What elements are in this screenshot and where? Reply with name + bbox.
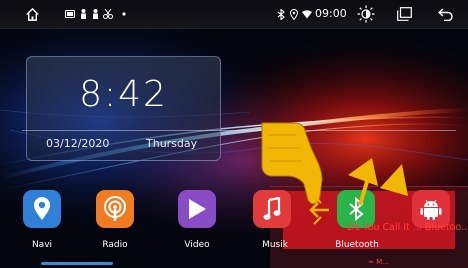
- app-label-bluetooth: Bluetooth: [335, 240, 379, 250]
- status-bar: 09:00: [0, 0, 468, 29]
- person-icon: [78, 0, 88, 28]
- clock-time: 8:42: [79, 74, 168, 115]
- app-label-video: Video: [184, 240, 210, 250]
- radio-icon: [104, 196, 126, 221]
- app-label-musik: Musik: [262, 240, 288, 250]
- app-video[interactable]: [178, 190, 216, 228]
- recents-icon[interactable]: [394, 0, 414, 28]
- location-pin-icon: [34, 197, 50, 220]
- android-icon: [420, 199, 442, 220]
- location-icon: [289, 0, 299, 28]
- page-indicator: [41, 262, 113, 265]
- play-icon: [189, 199, 206, 219]
- bluetooth-prompt: Do You Call It ... Bluetoo...: [347, 222, 468, 233]
- cast-icon: [64, 0, 76, 28]
- home-icon[interactable]: [18, 0, 46, 28]
- status-time: 09:00: [315, 7, 347, 20]
- scissors-icon: [102, 0, 114, 28]
- bluetooth-prompt-secondary: ≈ M...: [368, 258, 389, 266]
- music-note-icon: [263, 197, 281, 220]
- clock-date: 03/12/2020: [46, 137, 110, 150]
- app-label-navi: Navi: [31, 240, 53, 250]
- app-musik[interactable]: [253, 190, 291, 228]
- person-icon: [90, 0, 100, 28]
- brightness-icon[interactable]: [354, 0, 378, 28]
- dot-icon: [120, 0, 128, 28]
- clock-divider: [22, 130, 456, 131]
- clock-day: Thursday: [146, 137, 198, 150]
- app-radio[interactable]: [96, 190, 134, 228]
- app-label-radio: Radio: [102, 240, 128, 250]
- bluetooth-icon: [349, 197, 364, 221]
- bluetooth-icon: [276, 0, 286, 28]
- app-navi[interactable]: [23, 190, 61, 228]
- wifi-icon: [301, 0, 312, 28]
- back-icon[interactable]: [434, 0, 456, 28]
